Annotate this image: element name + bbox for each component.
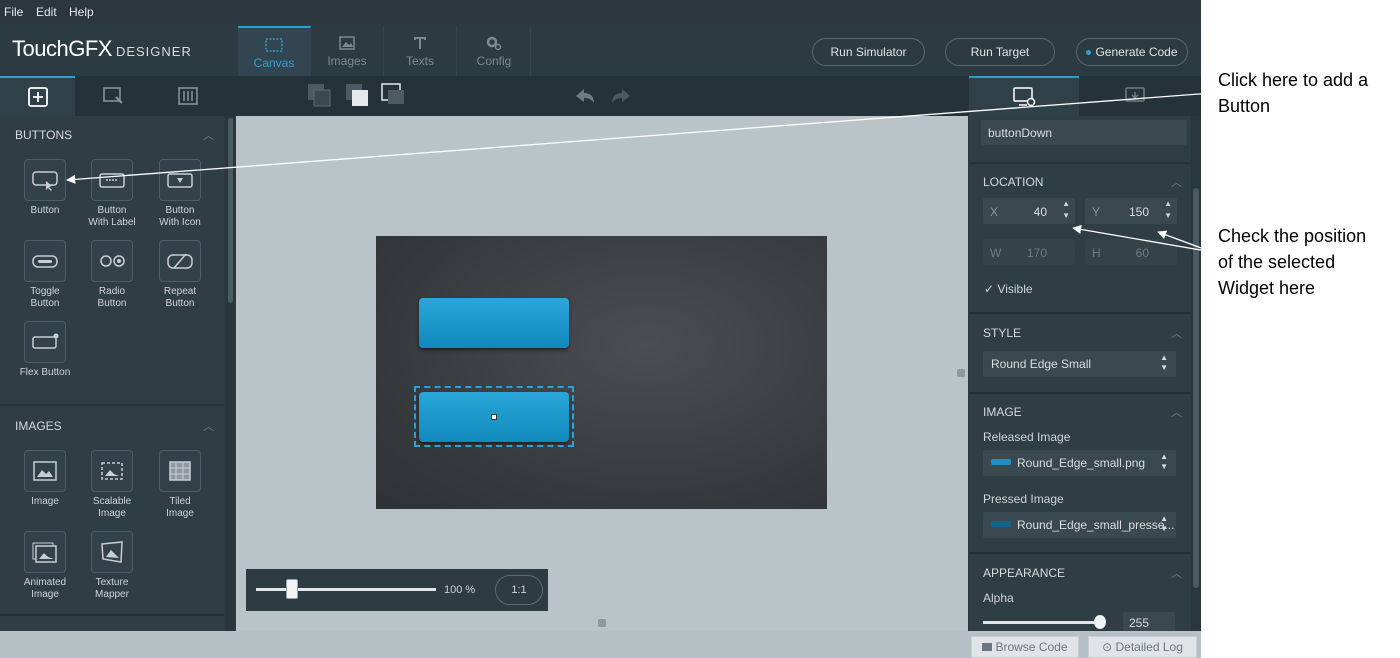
annotation-check-position: Check the position of the selected Widget … (1218, 226, 1367, 298)
arrow-to-button-widget (66, 92, 1213, 184)
annotation-add-button: Click here to add a Button (1218, 70, 1369, 116)
arrow-to-x-field (1072, 224, 1213, 253)
arrow-to-y-field (1157, 230, 1213, 253)
annotation-arrows (66, 92, 1213, 253)
